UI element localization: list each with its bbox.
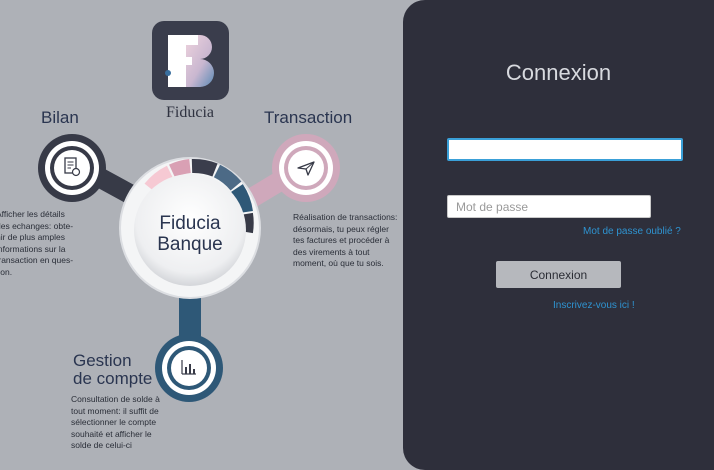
center-title-line1: Fiducia [159, 213, 221, 234]
login-title: Connexion [505, 60, 612, 85]
password-input[interactable] [447, 195, 651, 218]
center-title-line2: Banque [157, 234, 223, 255]
logo-caption: Fiducia [166, 104, 214, 121]
paper-plane-icon [297, 161, 315, 176]
gestion-description: Consultation de solde à tout moment: il … [71, 394, 160, 450]
register-link[interactable]: Inscrivez-vous ici ! [553, 300, 635, 311]
transaction-description: Réalisation de transactions: désormais, … [293, 212, 398, 268]
forgot-password-link[interactable]: Mot de passe oublié ? [583, 226, 681, 237]
bar-chart-icon [181, 360, 196, 375]
gestion-title: Gestion de compte [73, 352, 152, 388]
bilan-description: Afficher les détails des echanges: obte-… [0, 209, 74, 277]
transaction-title: Transaction [264, 108, 353, 127]
logo [152, 21, 229, 100]
center-title: Fiducia Banque [140, 213, 240, 255]
report-icon [64, 157, 81, 177]
gestion-title-line1: Gestion [73, 351, 132, 370]
logo-mark [165, 35, 214, 87]
bilan-title: Bilan [41, 108, 79, 127]
username-input[interactable] [447, 138, 683, 161]
login-button[interactable]: Connexion [496, 261, 621, 288]
gestion-title-line2: de compte [73, 369, 153, 388]
